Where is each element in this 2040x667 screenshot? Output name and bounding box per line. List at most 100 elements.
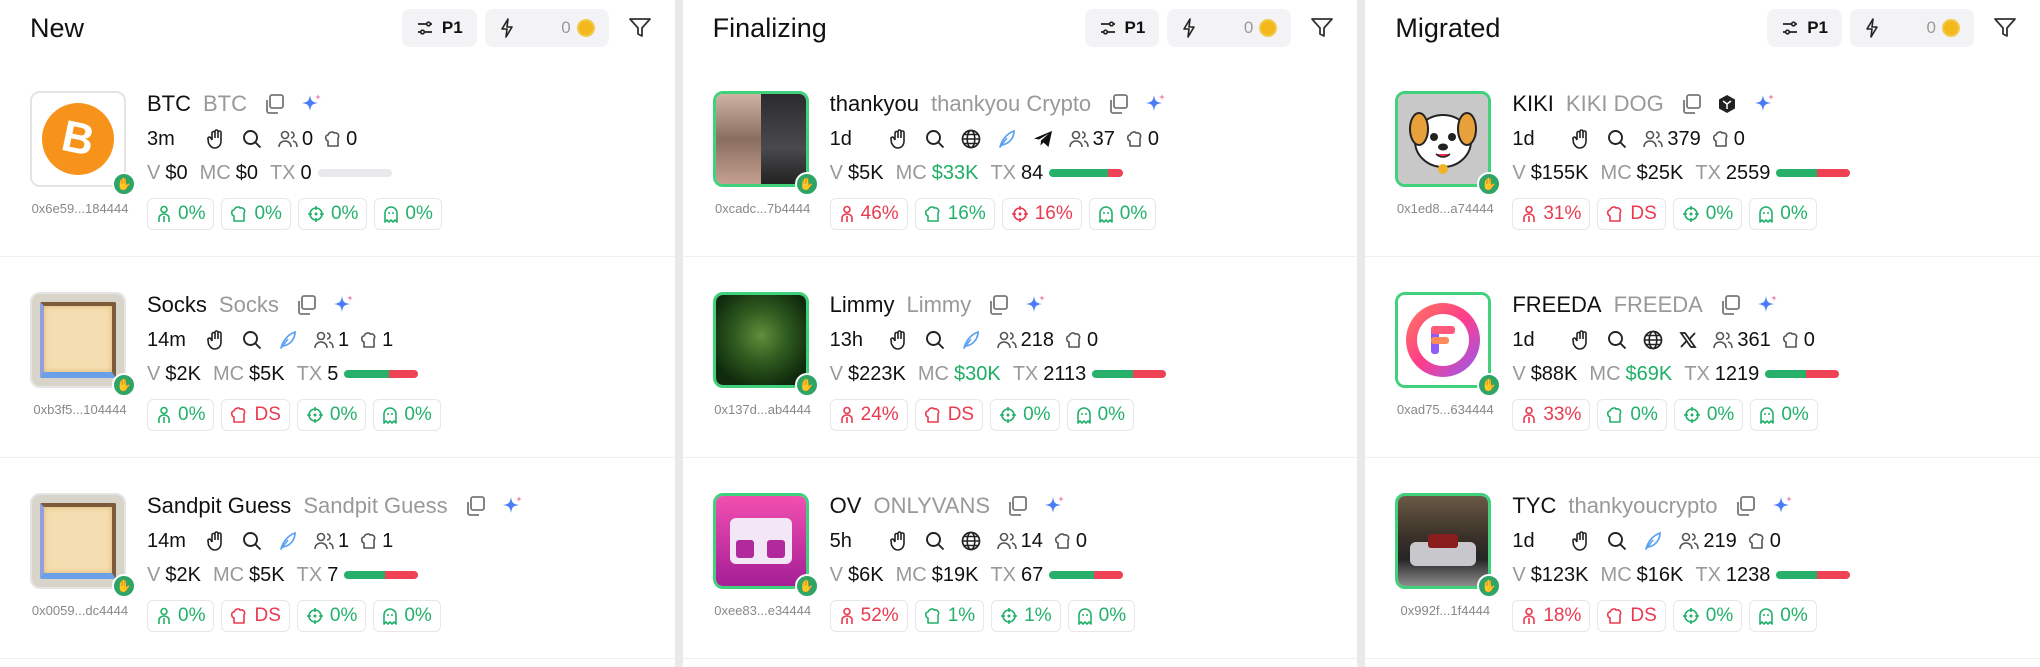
sparkle-icon[interactable]	[1143, 92, 1167, 116]
token-card[interactable]: ✋ 0xcadc...7b4444 thankyou thankyou Cryp…	[682, 56, 1358, 257]
filter-icon[interactable]	[1992, 15, 2018, 41]
preset-button[interactable]: P1	[401, 9, 477, 47]
token-card[interactable]: B ✋ 0x6e59...184444 BTC BTC 3m 0 0 V $0 …	[0, 56, 675, 257]
token-address[interactable]: 0xcadc...7b4444	[703, 201, 823, 216]
filter-icon[interactable]	[1309, 15, 1335, 41]
token-address[interactable]: 0x1ed8...a74444	[1385, 201, 1505, 216]
insiders-pill[interactable]: 0%	[374, 198, 442, 230]
hand-icon[interactable]	[1570, 530, 1592, 552]
token-card[interactable]: ✋ 0x137d...ab4444 Limmy Limmy 13h 218 0	[682, 257, 1358, 458]
telegram-icon[interactable]	[1032, 128, 1054, 150]
token-image[interactable]	[30, 493, 126, 589]
token-card[interactable]: ✋ 0xee83...e34444 OV ONLYVANS 5h 14 0 V …	[682, 458, 1358, 659]
dev-holding-pill[interactable]: 0%	[221, 198, 291, 230]
token-address[interactable]: 0x0059...dc4444	[20, 603, 140, 618]
insiders-pill[interactable]: 0%	[1066, 399, 1135, 431]
insiders-pill[interactable]: 0%	[1749, 198, 1817, 230]
dev-holding-pill[interactable]: 0%	[1597, 399, 1667, 431]
token-image[interactable]	[1395, 292, 1492, 388]
snipers-pill[interactable]: 0%	[1672, 198, 1743, 230]
copy-icon[interactable]	[263, 93, 285, 115]
quick-buy-button[interactable]: 0	[1167, 9, 1292, 47]
token-address[interactable]: 0xad75...634444	[1385, 402, 1505, 417]
token-image[interactable]	[712, 292, 809, 388]
search-icon[interactable]	[241, 530, 263, 552]
dev-holding-pill[interactable]: DS	[1597, 600, 1666, 632]
insiders-pill[interactable]: 0%	[373, 399, 441, 431]
sparkle-icon[interactable]	[1023, 293, 1047, 317]
insiders-pill[interactable]: 0%	[1749, 600, 1817, 632]
dev-holding-pill[interactable]: DS	[1597, 198, 1666, 230]
dev-holding-pill[interactable]: DS	[221, 600, 290, 632]
quick-buy-button[interactable]: 0	[484, 9, 609, 47]
insiders-pill[interactable]: 0%	[1088, 198, 1157, 230]
token-card[interactable]: ✋ 0xad75...634444 FREEDA FREEDA 1d 361 0	[1365, 257, 2040, 458]
top10-holders-pill[interactable]: 46%	[829, 198, 908, 230]
dev-holding-pill[interactable]: 1%	[914, 600, 985, 632]
hand-icon[interactable]	[1570, 128, 1592, 150]
copy-icon[interactable]	[1107, 93, 1129, 115]
search-icon[interactable]	[1606, 530, 1628, 552]
top10-holders-pill[interactable]: 24%	[829, 399, 908, 431]
dev-holding-pill[interactable]: DS	[221, 399, 290, 431]
copy-icon[interactable]	[464, 495, 486, 517]
token-image[interactable]	[30, 292, 126, 388]
hand-icon[interactable]	[205, 128, 227, 150]
search-icon[interactable]	[924, 329, 946, 351]
search-icon[interactable]	[924, 530, 946, 552]
hand-icon[interactable]	[888, 128, 910, 150]
feather-icon[interactable]	[277, 530, 299, 552]
snipers-pill[interactable]: 0%	[1672, 600, 1743, 632]
x-twitter-icon[interactable]	[1678, 330, 1698, 350]
top10-holders-pill[interactable]: 52%	[829, 600, 908, 632]
snipers-pill[interactable]: 0%	[297, 198, 368, 230]
feather-icon[interactable]	[960, 329, 982, 351]
snipers-pill[interactable]: 0%	[296, 399, 367, 431]
dev-holding-pill[interactable]: 16%	[914, 198, 995, 230]
top10-holders-pill[interactable]: 0%	[147, 198, 215, 230]
search-icon[interactable]	[1606, 329, 1628, 351]
sparkle-icon[interactable]	[1770, 494, 1794, 518]
top10-holders-pill[interactable]: 33%	[1512, 399, 1591, 431]
search-icon[interactable]	[241, 329, 263, 351]
hand-icon[interactable]	[888, 329, 910, 351]
token-card[interactable]: ✋ 0x992f...1f4444 TYC thankyoucrypto 1d …	[1365, 458, 2040, 659]
snipers-pill[interactable]: 0%	[296, 600, 367, 632]
preset-button[interactable]: P1	[1084, 9, 1160, 47]
feather-icon[interactable]	[1642, 530, 1664, 552]
hand-icon[interactable]	[205, 329, 227, 351]
snipers-pill[interactable]: 0%	[1673, 399, 1744, 431]
token-image[interactable]	[712, 493, 809, 589]
token-card[interactable]: ✋ 0x0059...dc4444 Sandpit Guess Sandpit …	[0, 458, 675, 659]
feather-icon[interactable]	[277, 329, 299, 351]
token-image[interactable]	[1395, 493, 1492, 589]
sparkle-icon[interactable]	[331, 293, 355, 317]
copy-icon[interactable]	[1680, 93, 1702, 115]
sparkle-icon[interactable]	[1755, 293, 1779, 317]
hand-icon[interactable]	[205, 530, 227, 552]
preset-button[interactable]: P1	[1767, 9, 1843, 47]
top10-holders-pill[interactable]: 0%	[147, 399, 215, 431]
sparkle-icon[interactable]	[1752, 92, 1776, 116]
token-image[interactable]	[1395, 91, 1492, 187]
token-image[interactable]	[712, 91, 809, 187]
token-address[interactable]: 0xee83...e34444	[703, 603, 823, 618]
token-address[interactable]: 0xb3f5...104444	[20, 402, 140, 417]
top10-holders-pill[interactable]: 31%	[1512, 198, 1591, 230]
hand-icon[interactable]	[888, 530, 910, 552]
feather-icon[interactable]	[996, 128, 1018, 150]
dev-holding-pill[interactable]: DS	[914, 399, 984, 431]
sparkle-icon[interactable]	[1042, 494, 1066, 518]
globe-icon[interactable]	[960, 128, 982, 150]
copy-icon[interactable]	[295, 294, 317, 316]
top10-holders-pill[interactable]: 0%	[147, 600, 215, 632]
token-card[interactable]: ✋ 0x1ed8...a74444 KIKI KIKI DOG 1d 379 0	[1365, 56, 2040, 257]
sparkle-icon[interactable]	[299, 92, 323, 116]
quick-buy-button[interactable]: 0	[1850, 9, 1975, 47]
globe-icon[interactable]	[1642, 329, 1664, 351]
sparkle-icon[interactable]	[500, 494, 524, 518]
insiders-pill[interactable]: 0%	[1067, 600, 1136, 632]
copy-icon[interactable]	[987, 294, 1009, 316]
top10-holders-pill[interactable]: 18%	[1512, 600, 1591, 632]
snipers-pill[interactable]: 16%	[1001, 198, 1082, 230]
